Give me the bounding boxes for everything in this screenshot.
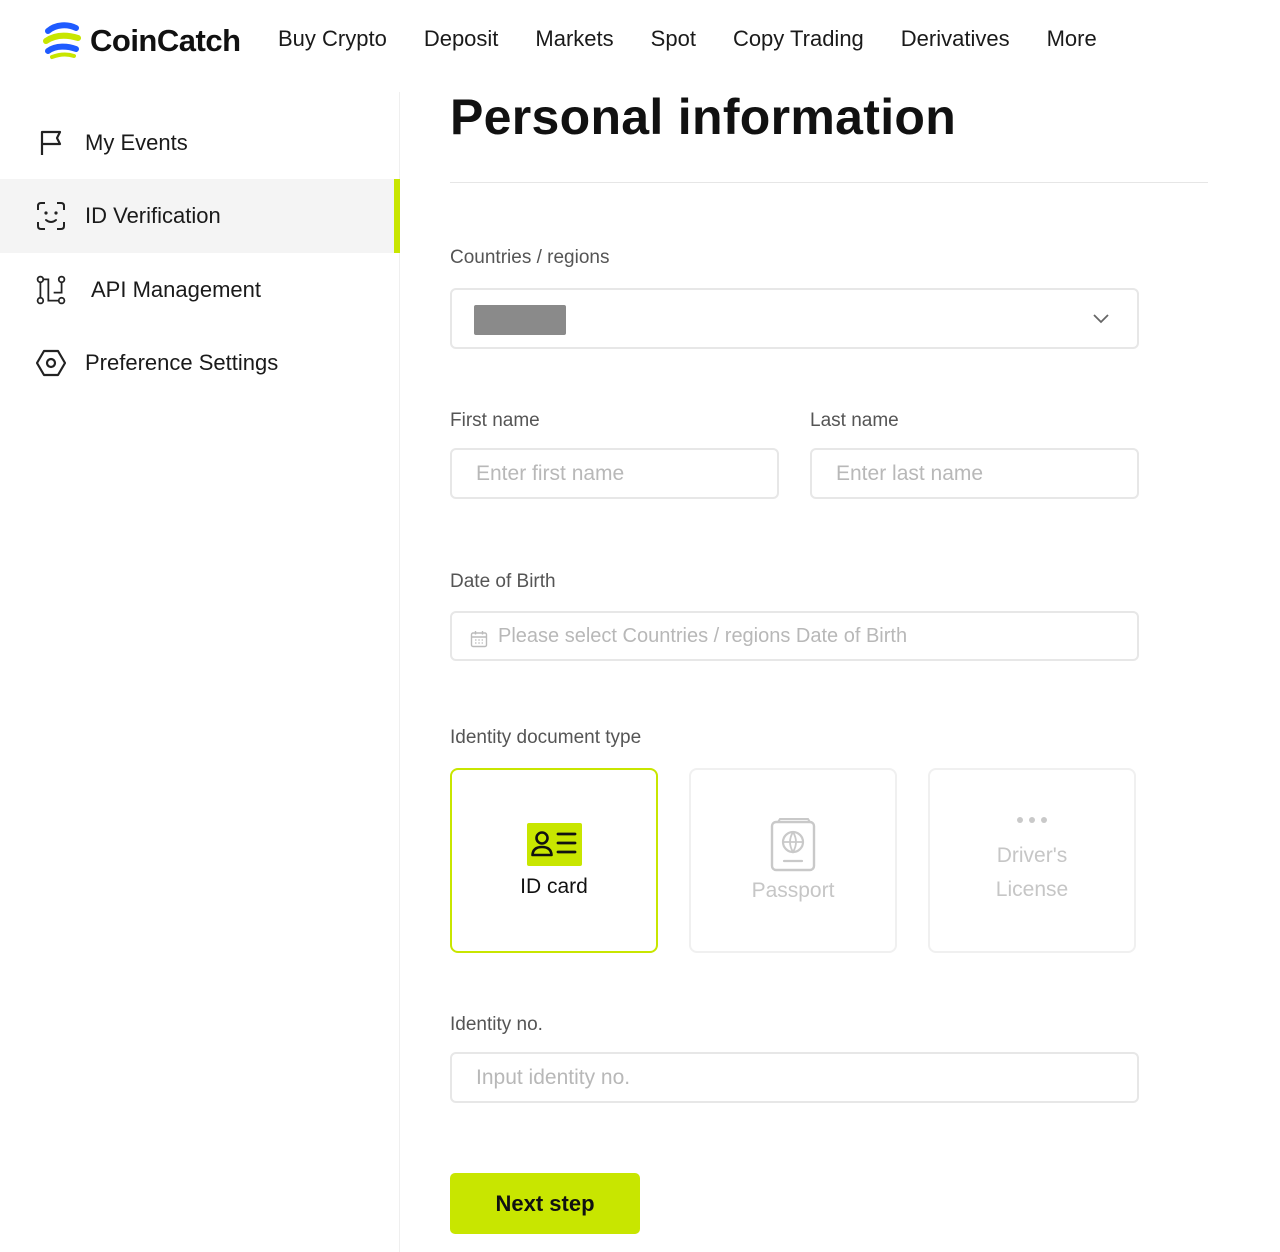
nav-derivatives[interactable]: Derivatives xyxy=(901,26,1010,52)
hexagon-gear-icon xyxy=(36,348,66,378)
nav-markets[interactable]: Markets xyxy=(535,26,613,52)
sidebar-item-label: API Management xyxy=(91,277,261,302)
sidebar: My Events ID Verification API Management xyxy=(0,92,400,1252)
doc-type-label: Identity document type xyxy=(450,727,642,748)
face-scan-icon xyxy=(36,201,66,231)
identity-no-input[interactable] xyxy=(452,1065,1137,1090)
country-select[interactable] xyxy=(450,288,1139,349)
nav-buy-crypto[interactable]: Buy Crypto xyxy=(278,26,387,52)
flag-icon xyxy=(36,128,66,158)
next-step-button[interactable]: Next step xyxy=(450,1173,640,1234)
title-divider xyxy=(450,182,1208,183)
nav-copy-trading[interactable]: Copy Trading xyxy=(733,26,864,52)
nav-spot[interactable]: Spot xyxy=(651,26,696,52)
dob-input[interactable] xyxy=(452,624,1137,648)
doc-option-drivers-license[interactable]: Driver's License xyxy=(928,768,1136,953)
first-name-field[interactable] xyxy=(450,448,779,499)
nav-more[interactable]: More xyxy=(1047,26,1097,52)
last-name-input[interactable] xyxy=(812,461,1137,486)
doc-option-passport[interactable]: Passport xyxy=(689,768,897,953)
first-name-label: First name xyxy=(450,410,540,431)
chevron-down-icon xyxy=(1093,314,1109,324)
page-title: Personal information xyxy=(450,89,957,145)
doc-option-label: Driver's License xyxy=(995,843,1069,901)
country-label: Countries / regions xyxy=(450,247,610,268)
last-name-label: Last name xyxy=(810,410,899,431)
sidebar-item-api-management[interactable]: API Management xyxy=(0,253,400,327)
last-name-field[interactable] xyxy=(810,448,1139,499)
brand-name: CoinCatch xyxy=(90,23,241,58)
calendar-icon xyxy=(470,631,488,648)
sidebar-item-preference-settings[interactable]: Preference Settings xyxy=(0,326,400,400)
sidebar-item-label: Preference Settings xyxy=(85,350,279,375)
doc-option-label: Passport xyxy=(751,878,835,902)
identity-no-label: Identity no. xyxy=(450,1014,543,1035)
sidebar-item-label: My Events xyxy=(85,130,188,155)
sidebar-item-id-verification[interactable]: ID Verification xyxy=(0,179,400,253)
top-header: CoinCatch Buy Crypto Deposit Markets Spo… xyxy=(0,0,1280,82)
doc-option-label: ID card xyxy=(520,875,588,898)
id-card-icon xyxy=(526,823,582,866)
passport-icon xyxy=(770,817,816,871)
doc-option-id-card[interactable]: ID card xyxy=(450,768,658,953)
api-nodes-icon xyxy=(36,275,66,305)
dob-label: Date of Birth xyxy=(450,571,556,592)
sidebar-item-my-events[interactable]: My Events xyxy=(0,106,400,180)
identity-no-field[interactable] xyxy=(450,1052,1139,1103)
coincatch-logo-icon xyxy=(43,22,81,59)
sidebar-item-label: ID Verification xyxy=(85,203,221,228)
nav-deposit[interactable]: Deposit xyxy=(424,26,499,52)
dob-field[interactable] xyxy=(450,611,1139,661)
brand-logo[interactable]: CoinCatch xyxy=(42,22,241,60)
main-nav: Buy Crypto Deposit Markets Spot Copy Tra… xyxy=(278,26,1097,52)
country-selected-value-redacted xyxy=(474,305,566,335)
more-dots-icon xyxy=(1017,816,1047,823)
first-name-input[interactable] xyxy=(452,461,777,486)
